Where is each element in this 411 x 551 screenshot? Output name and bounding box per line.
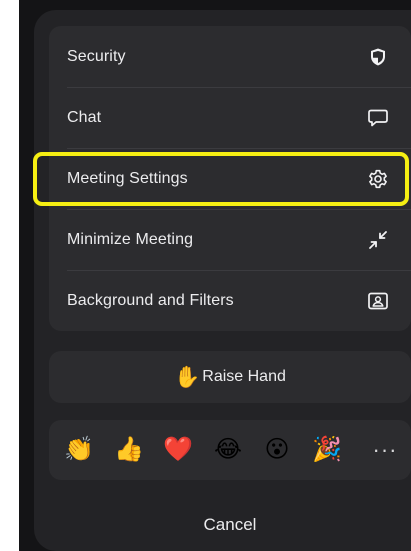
reactions-bar: 👏 👍 ❤️ 😂 😮 🎉 ··· xyxy=(49,420,411,480)
chat-bubble-icon xyxy=(367,107,389,129)
raised-hand-icon: ✋ xyxy=(174,365,201,389)
more-options-sheet: Security Chat Meeting Settings Minimize … xyxy=(19,0,411,551)
background-portrait-icon xyxy=(367,290,389,312)
minimize-arrows-icon xyxy=(367,229,389,251)
screenshot-stage: Security Chat Meeting Settings Minimize … xyxy=(0,0,411,551)
menu-item-label: Minimize Meeting xyxy=(67,230,194,248)
open-mouth-reaction-button[interactable]: 😮 xyxy=(261,434,293,466)
clapping-hands-reaction-button[interactable]: 👏 xyxy=(63,434,95,466)
menu-item-label: Meeting Settings xyxy=(67,169,188,187)
menu-item-minimize-meeting[interactable]: Minimize Meeting xyxy=(49,209,411,270)
meeting-options-menu: Security Chat Meeting Settings Minimize … xyxy=(49,26,411,331)
raise-hand-button[interactable]: ✋ Raise Hand xyxy=(49,351,411,403)
raise-hand-label: Raise Hand xyxy=(202,368,286,385)
menu-item-label: Security xyxy=(67,47,126,65)
menu-item-security[interactable]: Security xyxy=(49,26,411,87)
thumbs-up-reaction-button[interactable]: 👍 xyxy=(113,434,145,466)
tears-of-joy-reaction-button[interactable]: 😂 xyxy=(212,434,244,466)
menu-item-background-and-filters[interactable]: Background and Filters xyxy=(49,270,411,331)
menu-item-label: Background and Filters xyxy=(67,291,234,309)
menu-item-label: Chat xyxy=(67,108,102,126)
left-margin xyxy=(0,0,19,551)
party-popper-reaction-button[interactable]: 🎉 xyxy=(311,434,343,466)
cancel-button[interactable]: Cancel xyxy=(49,499,411,551)
menu-item-meeting-settings[interactable]: Meeting Settings xyxy=(49,148,411,209)
heart-reaction-button[interactable]: ❤️ xyxy=(162,434,194,466)
more-reactions-button[interactable]: ··· xyxy=(369,434,401,466)
menu-item-chat[interactable]: Chat xyxy=(49,87,411,148)
options-panel: Security Chat Meeting Settings Minimize … xyxy=(34,10,411,551)
gear-icon xyxy=(367,168,389,190)
shield-icon xyxy=(367,46,389,68)
